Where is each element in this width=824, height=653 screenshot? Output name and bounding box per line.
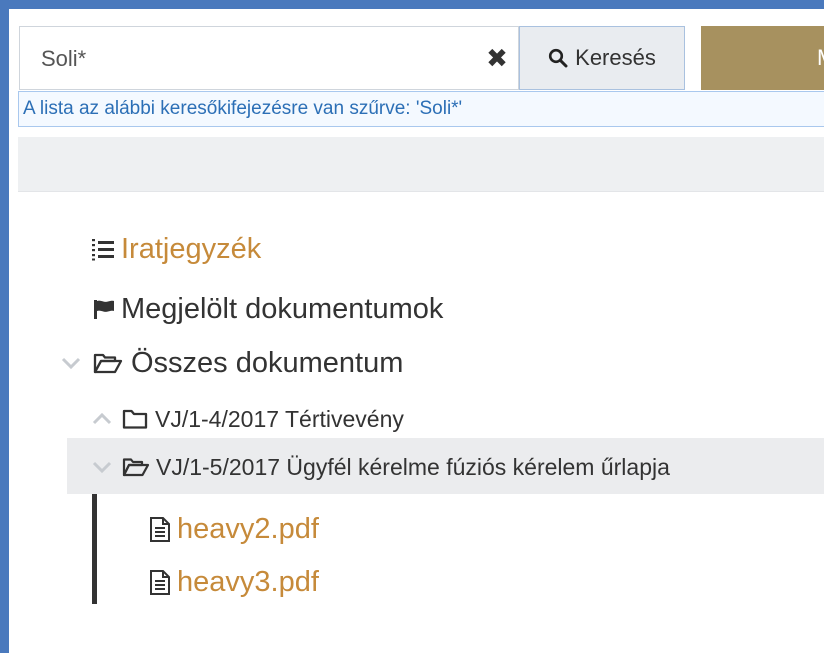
flag-icon	[94, 300, 114, 319]
secondary-action-button[interactable]: M	[701, 26, 824, 90]
tree-item-folder-vj-1-4-label: VJ/1-4/2017 Tértivevény	[155, 405, 404, 432]
tree-item-flagged[interactable]: Megjelölt dokumentumok	[93, 289, 443, 329]
tree-item-all-documents-label: Összes dokumentum	[131, 346, 404, 379]
file-text-icon	[150, 516, 170, 542]
tree-indent-bar	[92, 494, 97, 604]
file-item-heavy3[interactable]: heavy3.pdf	[149, 562, 319, 602]
toolbar-band	[18, 137, 824, 192]
search-box: ✖	[19, 26, 519, 90]
file-item-heavy2[interactable]: heavy2.pdf	[149, 509, 319, 549]
file-text-icon	[150, 569, 170, 595]
file-item-label: heavy2.pdf	[177, 512, 319, 545]
list-icon	[92, 239, 114, 261]
tree-item-register-label: Iratjegyzék	[121, 232, 262, 265]
search-button[interactable]: Keresés	[519, 26, 685, 90]
chevron-down-icon[interactable]	[90, 459, 114, 475]
chevron-up-icon[interactable]	[90, 411, 114, 427]
search-icon	[549, 48, 568, 68]
tree-item-folder-vj-1-5-label: VJ/1-5/2017 Ügyfél kérelme fúziós kérele…	[156, 453, 670, 480]
search-input[interactable]	[41, 44, 471, 74]
filter-notice: A lista az alábbi keresőkifejezésre van …	[18, 91, 824, 127]
app-frame: ✖ Keresés M A lista az alábbi keresőkife…	[0, 0, 824, 653]
folder-open-icon	[122, 458, 150, 477]
tree-item-folder-vj-1-5[interactable]: VJ/1-5/2017 Ügyfél kérelme fúziós kérele…	[90, 449, 670, 485]
tree-item-register[interactable]: Iratjegyzék	[91, 229, 261, 269]
secondary-action-button-label: M	[817, 45, 824, 70]
folder-open-icon	[93, 353, 123, 374]
folder-icon	[122, 409, 148, 429]
tree-item-all-documents[interactable]: Összes dokumentum	[59, 343, 403, 383]
chevron-down-icon[interactable]	[59, 355, 83, 371]
tree-item-folder-vj-1-4[interactable]: VJ/1-4/2017 Tértivevény	[90, 401, 404, 437]
file-item-label: heavy3.pdf	[177, 565, 319, 598]
tree-item-flagged-label: Megjelölt dokumentumok	[121, 292, 444, 325]
close-icon[interactable]: ✖	[482, 42, 512, 76]
search-button-label: Keresés	[575, 45, 656, 70]
